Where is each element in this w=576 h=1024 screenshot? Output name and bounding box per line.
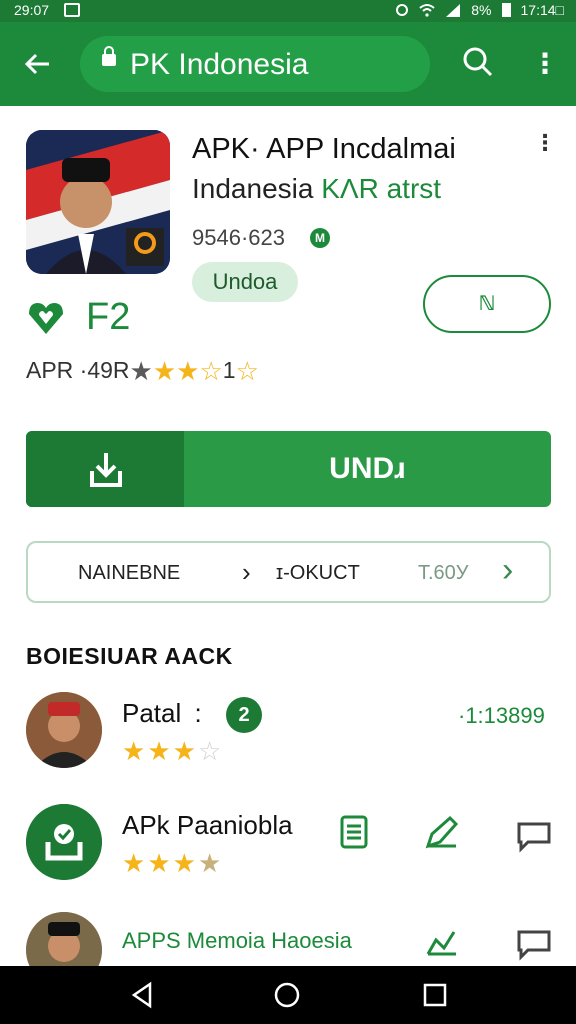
shield-heart-icon	[26, 300, 66, 336]
star-icon: ★	[147, 736, 171, 766]
app-logo-avatar[interactable]	[26, 804, 102, 880]
star-icon: ★	[172, 848, 196, 878]
breadcrumb[interactable]: NAINEBNE › ɪ-OKUCT T.60У ›	[26, 541, 551, 603]
breadcrumb-item[interactable]: NAINEBNE	[78, 562, 180, 585]
star-icon: ★	[172, 736, 196, 766]
app-title: APK· APP Incdalmai	[192, 133, 456, 165]
status-clock-right: 17:14□	[520, 2, 565, 18]
battery-percent: 8%	[471, 2, 492, 18]
notification-icon	[64, 3, 80, 17]
wifi-icon	[419, 4, 435, 17]
download-icon	[90, 453, 122, 487]
back-arrow-icon[interactable]	[18, 44, 58, 84]
star-outline-icon: ☆	[235, 355, 259, 386]
review-name: APk Paaniobla	[122, 810, 293, 840]
document-icon[interactable]	[336, 814, 372, 850]
rating-suffix: 1	[222, 357, 236, 383]
developer-link[interactable]: KΛR atrst	[321, 173, 441, 204]
star-outline-icon: ☆	[199, 355, 223, 386]
status-time: 29:07	[14, 2, 50, 18]
recents-nav-icon[interactable]	[420, 980, 450, 1010]
comment-icon[interactable]	[516, 926, 552, 962]
star-icon: ★	[122, 736, 146, 766]
category-chip[interactable]: Undoa	[192, 262, 298, 302]
star-icon: ★	[147, 848, 171, 878]
app-bar: PK Indonesia ⋮	[0, 22, 576, 106]
action-pill-button[interactable]: ℕ	[423, 275, 551, 333]
url-bar-title: PK Indonesia	[130, 48, 309, 81]
app-icon-image	[26, 130, 170, 274]
comment-icon[interactable]	[516, 818, 552, 854]
breadcrumb-item[interactable]: T.60У	[418, 562, 469, 585]
rating-text: APR ·49R	[26, 357, 130, 383]
status-bar: 29:07 8% 17:14□	[0, 0, 576, 22]
review-name: Patal :	[122, 698, 202, 729]
app-subtitle-text: Indanesia	[192, 173, 314, 204]
app-subtitle: Indanesia KΛR atrst	[192, 173, 441, 205]
star-icon: ★	[122, 848, 146, 878]
review-name: APPS Memoia Haoesia	[122, 928, 352, 953]
star-icon: ★	[176, 355, 200, 386]
app-code: 9546·623	[192, 225, 285, 250]
url-bar[interactable]: PK Indonesia	[80, 36, 430, 92]
back-nav-icon[interactable]	[128, 980, 158, 1010]
avatar[interactable]	[26, 692, 102, 768]
star-outline-icon: ☆	[197, 736, 222, 766]
app-menu-icon[interactable]: ⋮	[534, 132, 556, 154]
star-half-icon: ★	[197, 848, 222, 878]
share-icon[interactable]	[424, 924, 460, 960]
review-name-text: Patal	[122, 698, 182, 728]
count-badge: 2	[226, 697, 262, 733]
verified-icon: M	[310, 228, 330, 248]
breadcrumb-item[interactable]: ɪ-OKUCT	[276, 562, 360, 585]
edit-icon[interactable]	[424, 814, 460, 850]
review-rating: ★ ★ ★ ☆	[122, 738, 221, 764]
review-colon: :	[194, 698, 202, 728]
signal-icon	[446, 4, 461, 17]
review-number: ·1:13899	[458, 703, 545, 728]
section-title: BOIESIUAR AACK	[26, 643, 233, 669]
rating-summary: APR ·49R ★ ★ ★ ☆ 1 ☆	[26, 357, 259, 384]
search-icon[interactable]	[460, 44, 500, 84]
star-icon: ★	[152, 355, 177, 386]
install-label: UNDɹ	[329, 452, 406, 485]
install-icon-area	[26, 431, 184, 507]
install-button[interactable]: UNDɹ	[26, 431, 551, 507]
chevron-right-icon[interactable]: ›	[502, 551, 513, 590]
system-nav-bar	[0, 966, 576, 1024]
more-options-icon[interactable]: ⋮	[530, 44, 560, 84]
battery-icon	[501, 3, 511, 17]
review-rating: ★ ★ ★ ★	[122, 850, 221, 876]
lock-icon	[102, 46, 116, 66]
breadcrumb-separator: ›	[242, 557, 251, 587]
home-nav-icon[interactable]	[272, 980, 302, 1010]
feature-label: F2	[86, 296, 131, 338]
star-icon: ★	[129, 355, 153, 386]
alarm-icon	[396, 4, 409, 16]
